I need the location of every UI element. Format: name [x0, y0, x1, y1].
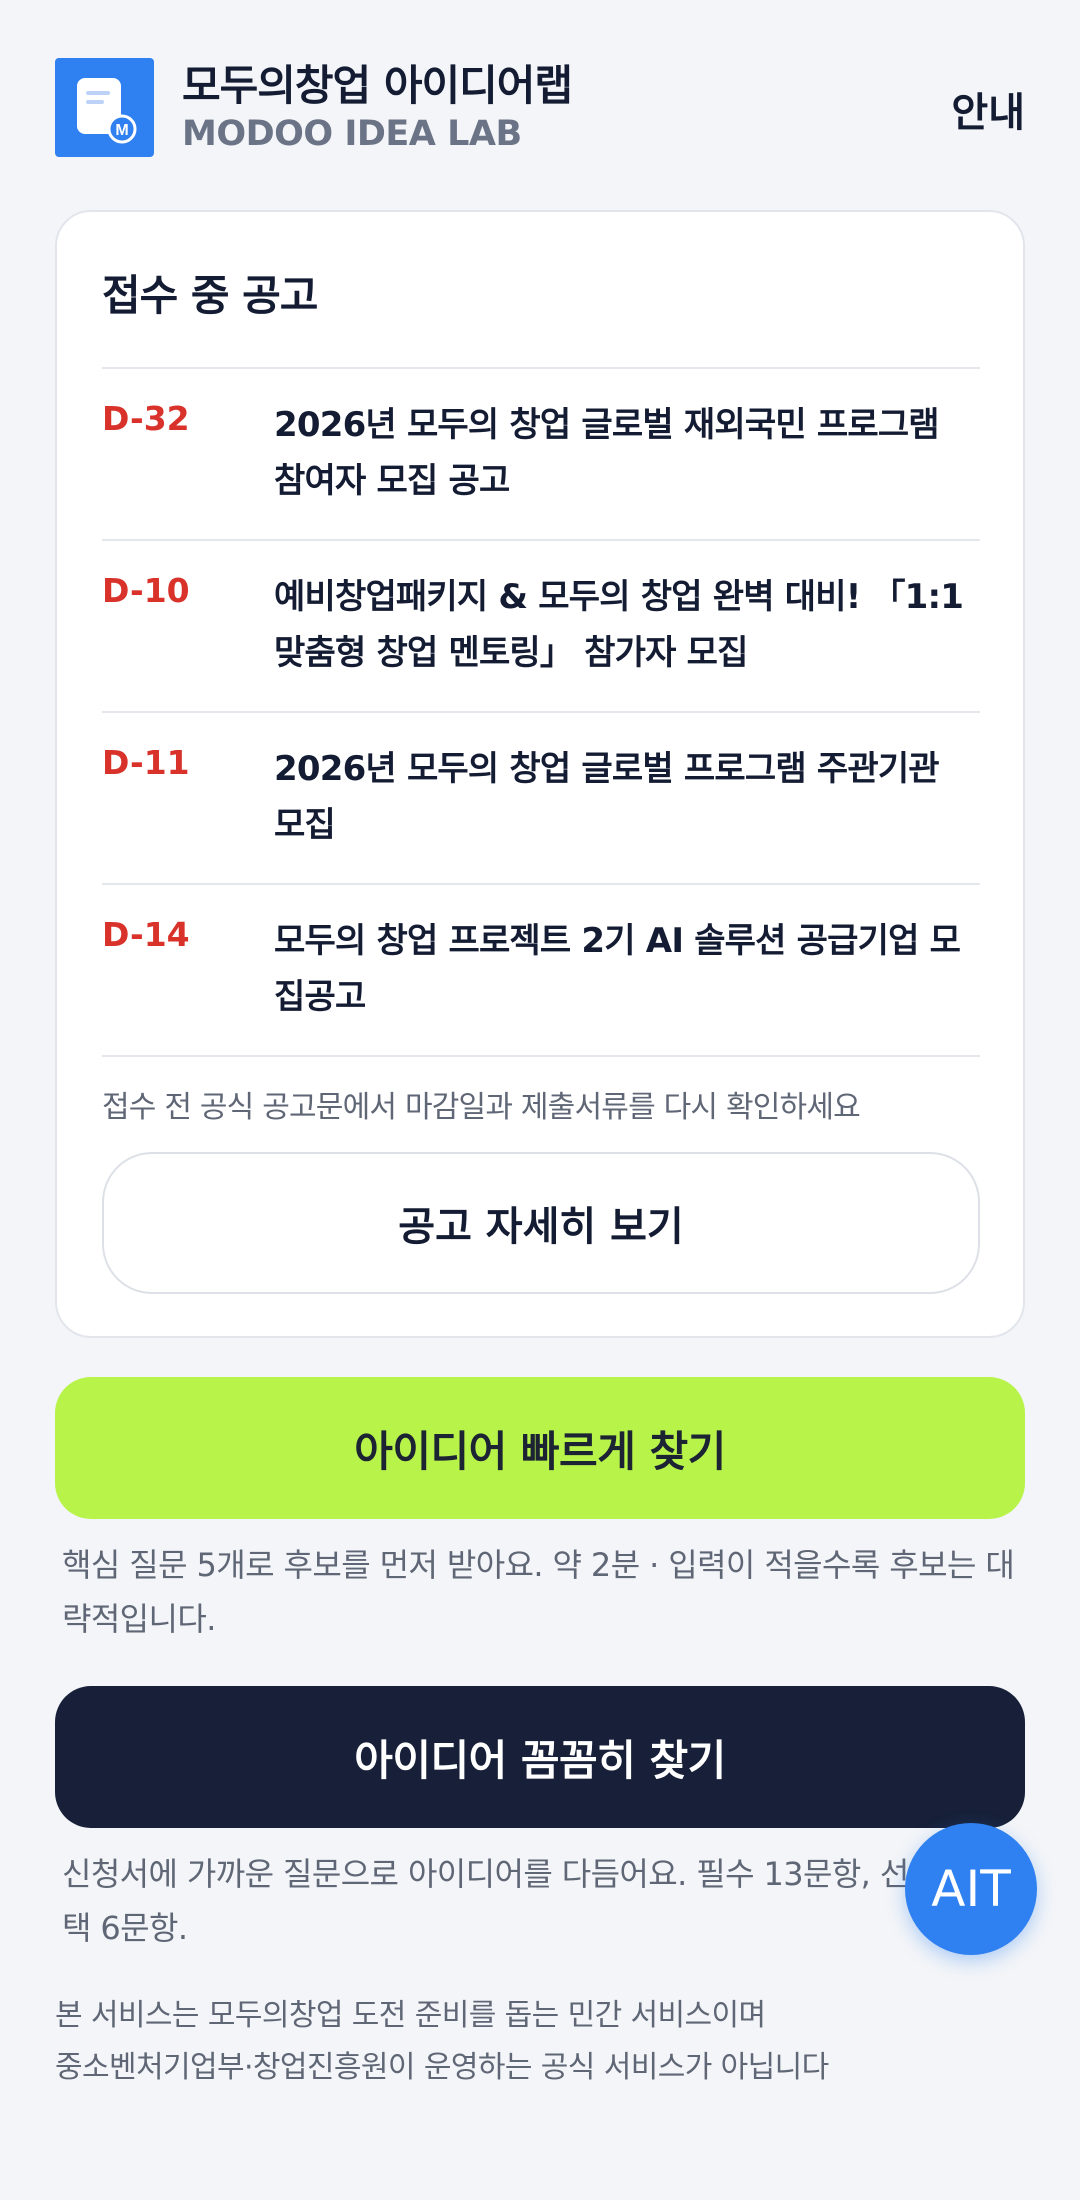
notice-title: 모두의 창업 프로젝트 2기 AI 솔루션 공급기업 모집공고	[274, 921, 961, 1017]
ai-assistant-fab[interactable]: AIT	[905, 1823, 1037, 1955]
guide-link[interactable]: 안내	[951, 80, 1025, 138]
brand-title: 모두의창업 아이디어랩	[182, 61, 573, 110]
disclaimer: 본 서비스는 모두의창업 도전 준비를 돕는 민간 서비스이며 중소벤처기업부·…	[55, 1990, 1015, 2094]
notice-item[interactable]: D-14 모두의 창업 프로젝트 2기 AI 솔루션 공급기업 모집공고	[102, 883, 980, 1057]
dday-badge: D-14	[102, 915, 190, 954]
detailed-find-description: 신청서에 가까운 질문으로 아이디어를 다듬어요. 필수 13문항, 선택 6문…	[62, 1855, 909, 1947]
brand-subtitle: MODOO IDEA LAB	[182, 114, 522, 154]
notice-title: 예비창업패키지 & 모두의 창업 완벽 대비! 「1:1 맞춤형 창업 멘토링」…	[274, 577, 964, 673]
logo-badge-text: M	[115, 122, 128, 139]
notice-list: D-32 2026년 모두의 창업 글로벌 재외국민 프로그램 참여자 모집 공…	[102, 367, 980, 1057]
detailed-find-button[interactable]: 아이디어 꼼꼼히 찾기	[55, 1686, 1025, 1828]
notice-card-title: 접수 중 공고	[102, 271, 318, 320]
header: M 모두의창업 아이디어랩 MODOO IDEA LAB 안내	[55, 52, 1025, 162]
app-logo: M	[55, 58, 154, 157]
notice-caution: 접수 전 공식 공고문에서 마감일과 제출서류를 다시 확인하세요	[102, 1090, 861, 1125]
quick-find-button[interactable]: 아이디어 빠르게 찾기	[55, 1377, 1025, 1519]
disclaimer-line: 본 서비스는 모두의창업 도전 준비를 돕는 민간 서비스이며	[55, 1998, 766, 2033]
document-icon: M	[77, 78, 137, 144]
notice-detail-button[interactable]: 공고 자세히 보기	[102, 1152, 980, 1294]
notice-item[interactable]: D-32 2026년 모두의 창업 글로벌 재외국민 프로그램 참여자 모집 공…	[102, 367, 980, 539]
notice-item[interactable]: D-11 2026년 모두의 창업 글로벌 프로그램 주관기관 모집	[102, 711, 980, 883]
notice-title: 2026년 모두의 창업 글로벌 재외국민 프로그램 참여자 모집 공고	[274, 405, 940, 501]
dday-badge: D-32	[102, 399, 190, 438]
dday-badge: D-10	[102, 571, 190, 610]
disclaimer-line: 중소벤처기업부·창업진흥원이 운영하는 공식 서비스가 아닙니다	[55, 2050, 829, 2085]
dday-badge: D-11	[102, 743, 190, 782]
notice-title: 2026년 모두의 창업 글로벌 프로그램 주관기관 모집	[274, 749, 940, 845]
page: M 모두의창업 아이디어랩 MODOO IDEA LAB 안내 접수 중 공고 …	[0, 0, 1080, 2200]
quick-find-description: 핵심 질문 5개로 후보를 먼저 받아요. 약 2분 · 입력이 적을수록 후보…	[62, 1546, 1015, 1638]
notice-card: 접수 중 공고 D-32 2026년 모두의 창업 글로벌 재외국민 프로그램 …	[55, 210, 1025, 1338]
notice-item[interactable]: D-10 예비창업패키지 & 모두의 창업 완벽 대비! 「1:1 맞춤형 창업…	[102, 539, 980, 711]
